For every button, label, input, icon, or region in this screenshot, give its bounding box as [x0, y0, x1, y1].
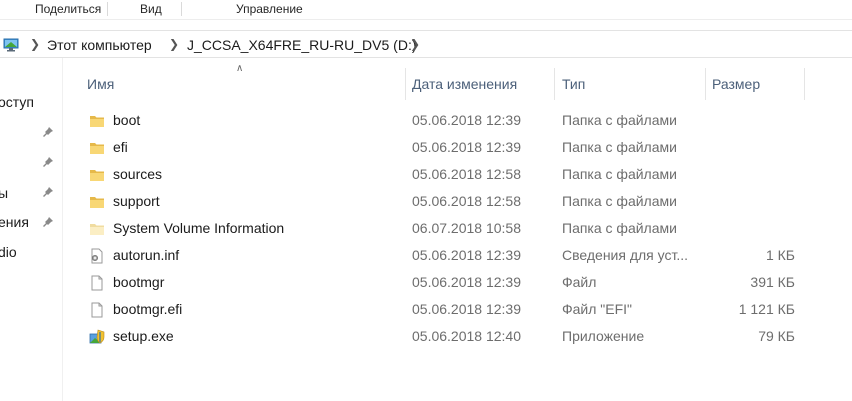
folder-icon — [90, 170, 104, 181]
file-icon — [91, 275, 103, 291]
file-date: 05.06.2018 12:58 — [412, 193, 521, 209]
chevron-right-icon[interactable]: ❯ — [410, 37, 420, 51]
nav-item-documents[interactable]: ы — [0, 185, 8, 201]
file-row[interactable]: support 05.06.2018 12:58 Папка с файлами — [63, 189, 852, 216]
file-size: 1 КБ — [765, 247, 795, 263]
file-date: 05.06.2018 12:58 — [412, 166, 521, 182]
nav-item-quick-access[interactable]: оступ — [0, 94, 34, 110]
address-bar[interactable]: ❯ Этот компьютер ❯ J_CCSA_X64FRE_RU-RU_D… — [0, 30, 852, 58]
file-row[interactable]: boot 05.06.2018 12:39 Папка с файлами — [63, 108, 852, 135]
file-date: 05.06.2018 12:39 — [412, 274, 521, 290]
file-row[interactable]: efi 05.06.2018 12:39 Папка с файлами — [63, 135, 852, 162]
navigation-pane: оступ ы ения dio — [0, 58, 63, 401]
folder-icon — [90, 116, 104, 127]
tab-manage[interactable]: Управление — [236, 2, 303, 16]
tab-separator — [107, 2, 108, 16]
column-divider[interactable] — [554, 68, 555, 100]
file-date: 05.06.2018 12:39 — [412, 139, 521, 155]
nav-item-images[interactable]: ения — [0, 214, 29, 230]
nav-item-audio[interactable]: dio — [0, 244, 17, 260]
folder-icon — [90, 143, 104, 154]
sort-ascending-icon: ∧ — [236, 63, 244, 74]
file-row[interactable]: setup.exe 05.06.2018 12:40 Приложение 79… — [63, 324, 852, 351]
file-type: Сведения для уст... — [562, 247, 689, 263]
pin-icon[interactable] — [42, 126, 54, 138]
tab-separator — [181, 2, 182, 16]
pin-icon[interactable] — [42, 216, 54, 228]
file-name: System Volume Information — [113, 220, 285, 236]
file-name: bootmgr.efi — [113, 301, 183, 317]
breadcrumb-drive-d[interactable]: J_CCSA_X64FRE_RU-RU_DV5 (D:) — [187, 37, 417, 53]
file-date: 05.06.2018 12:40 — [412, 328, 521, 344]
chevron-right-icon[interactable]: ❯ — [169, 37, 179, 51]
file-type: Папка с файлами — [562, 220, 677, 236]
file-date: 05.06.2018 12:39 — [412, 247, 521, 263]
system-folder-icon — [90, 224, 104, 235]
column-header-size[interactable]: Размер — [712, 68, 760, 100]
file-row[interactable]: sources 05.06.2018 12:58 Папка с файлами — [63, 162, 852, 189]
file-name: boot — [113, 112, 141, 128]
column-divider[interactable] — [705, 68, 706, 100]
file-type: Папка с файлами — [562, 193, 677, 209]
file-date: 06.07.2018 10:58 — [412, 220, 521, 236]
file-row[interactable]: bootmgr 05.06.2018 12:39 Файл 391 КБ — [63, 270, 852, 297]
file-row[interactable]: System Volume Information 06.07.2018 10:… — [63, 216, 852, 243]
pin-icon[interactable] — [42, 156, 54, 168]
file-type: Папка с файлами — [562, 139, 677, 155]
file-row[interactable]: autorun.inf 05.06.2018 12:39 Сведения дл… — [63, 243, 852, 270]
file-date: 05.06.2018 12:39 — [412, 112, 521, 128]
setup-icon — [89, 329, 105, 344]
breadcrumb-this-pc[interactable]: Этот компьютер — [47, 37, 152, 53]
file-size: 1 121 КБ — [738, 301, 795, 317]
settings-file-icon — [91, 248, 103, 264]
chevron-right-icon[interactable]: ❯ — [30, 37, 40, 51]
folder-icon — [90, 197, 104, 208]
file-size: 391 КБ — [750, 274, 795, 290]
file-name: bootmgr — [113, 274, 165, 290]
file-name: support — [113, 193, 160, 209]
file-icon — [91, 302, 103, 318]
file-size: 79 КБ — [758, 328, 795, 344]
pin-icon[interactable] — [42, 186, 54, 198]
file-type: Папка с файлами — [562, 166, 677, 182]
column-header-date[interactable]: Дата изменения — [412, 68, 517, 100]
file-name: efi — [113, 139, 128, 155]
column-header-name[interactable]: Имя — [87, 68, 114, 100]
file-date: 05.06.2018 12:39 — [412, 301, 521, 317]
ribbon-tabs: Поделиться Вид Управление — [0, 0, 852, 20]
tab-view[interactable]: Вид — [140, 2, 162, 16]
column-divider[interactable] — [405, 68, 406, 100]
file-type: Папка с файлами — [562, 112, 677, 128]
tab-share[interactable]: Поделиться — [35, 2, 101, 16]
column-header-type[interactable]: Тип — [562, 68, 585, 100]
file-type: Файл "EFI" — [562, 301, 633, 317]
column-divider[interactable] — [804, 68, 805, 100]
this-pc-icon — [3, 38, 19, 52]
file-name: sources — [113, 166, 163, 182]
file-type: Файл — [562, 274, 597, 290]
file-name: autorun.inf — [113, 247, 180, 263]
file-type: Приложение — [562, 328, 645, 344]
file-name: setup.exe — [113, 328, 174, 344]
file-row[interactable]: bootmgr.efi 05.06.2018 12:39 Файл "EFI" … — [63, 297, 852, 324]
